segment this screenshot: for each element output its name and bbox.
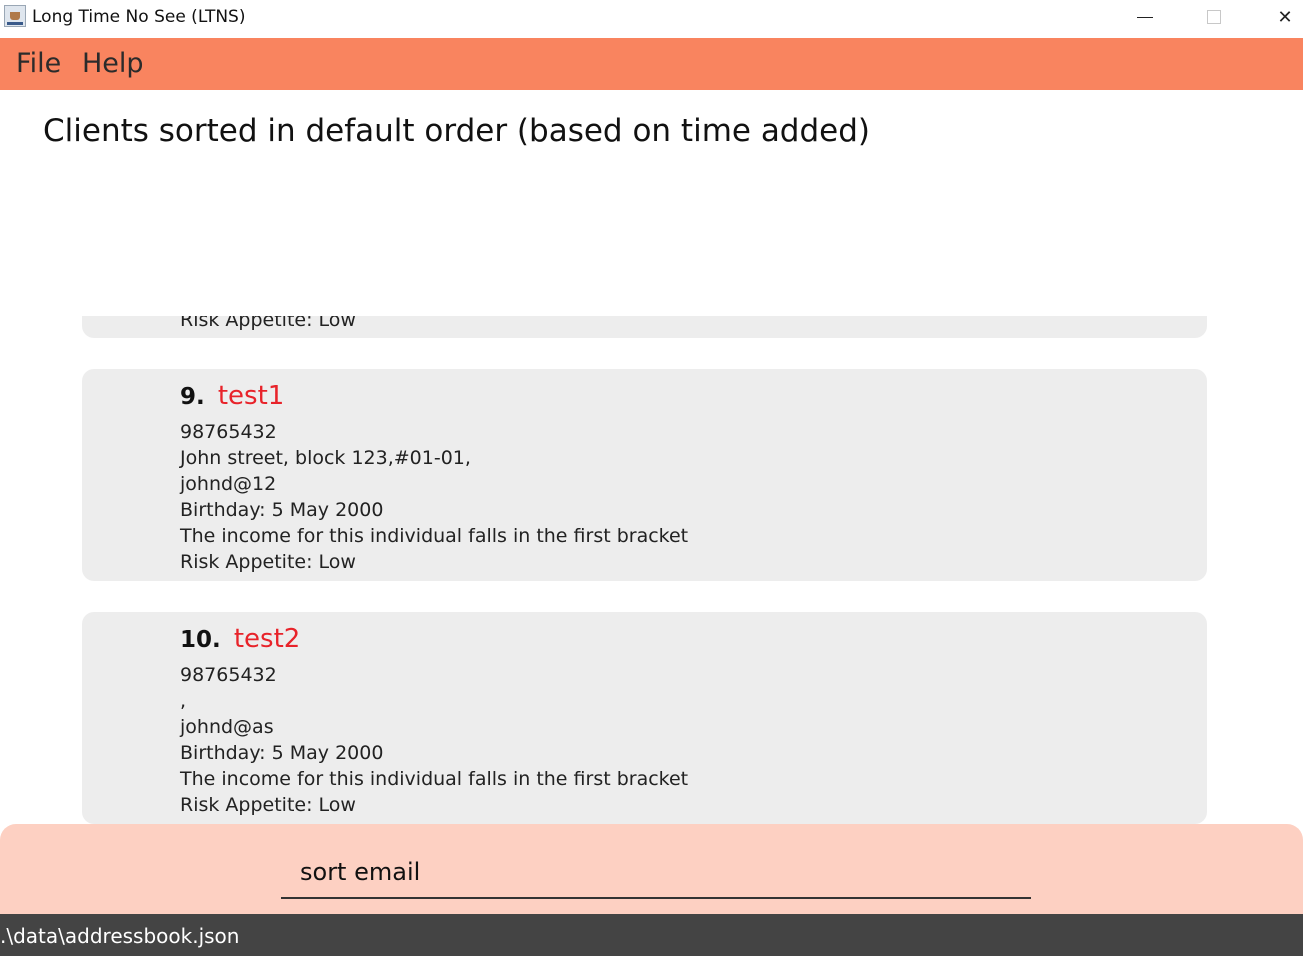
close-button[interactable]: ✕ (1262, 0, 1303, 34)
client-birthday: Birthday: 5 May 2000 (180, 742, 384, 764)
client-name: test2 (233, 624, 301, 654)
app-icon-label (7, 22, 23, 25)
client-list[interactable]: Risk Appetite: Low 9. test1 98765432 Joh… (0, 316, 1303, 826)
menu-bar: File Help (0, 38, 1303, 90)
client-address: John street, block 123,#01-01, (180, 447, 471, 469)
client-risk: Risk Appetite: Low (180, 316, 356, 331)
client-income: The income for this individual falls in … (180, 768, 689, 790)
menu-help[interactable]: Help (82, 48, 144, 79)
status-bar: .\data\addressbook.json (0, 914, 1303, 956)
minimize-button[interactable] (1122, 0, 1168, 34)
client-risk: Risk Appetite: Low (180, 551, 356, 573)
client-details: 98765432 , johnd@as Birthday: 5 May 2000… (180, 662, 688, 818)
close-icon: ✕ (1277, 6, 1293, 28)
client-header: 10. test2 (180, 624, 300, 654)
app-icon-cup (10, 12, 20, 20)
title-bar: Long Time No See (LTNS) ✕ (0, 0, 1303, 38)
client-birthday: Birthday: 5 May 2000 (180, 499, 384, 521)
command-box (0, 824, 1303, 914)
client-phone: 98765432 (180, 664, 277, 686)
command-input[interactable] (281, 846, 1031, 899)
client-name: test1 (217, 381, 285, 411)
save-location: .\data\addressbook.json (0, 924, 240, 948)
client-risk: Risk Appetite: Low (180, 794, 356, 816)
maximize-icon (1207, 10, 1221, 24)
client-index: 10. (180, 627, 221, 653)
app-icon (4, 5, 26, 27)
menu-file[interactable]: File (16, 48, 61, 79)
result-display: Clients sorted in default order (based o… (43, 113, 871, 149)
client-card[interactable]: 10. test2 98765432 , johnd@as Birthday: … (82, 612, 1207, 824)
client-card[interactable]: 9. test1 98765432 John street, block 123… (82, 369, 1207, 581)
client-card-partial[interactable]: Risk Appetite: Low (82, 316, 1207, 338)
client-email: johnd@as (180, 716, 274, 738)
client-header: 9. test1 (180, 381, 284, 411)
minimize-icon (1137, 16, 1153, 18)
client-email: johnd@12 (180, 473, 277, 495)
app-window: Long Time No See (LTNS) ✕ File Help Clie… (0, 0, 1303, 956)
window-title: Long Time No See (LTNS) (32, 7, 246, 27)
maximize-button[interactable] (1191, 0, 1237, 34)
client-index: 9. (180, 384, 205, 410)
client-phone: 98765432 (180, 421, 277, 443)
client-income: The income for this individual falls in … (180, 525, 689, 547)
client-address: , (180, 690, 187, 712)
client-details: 98765432 John street, block 123,#01-01, … (180, 419, 688, 575)
